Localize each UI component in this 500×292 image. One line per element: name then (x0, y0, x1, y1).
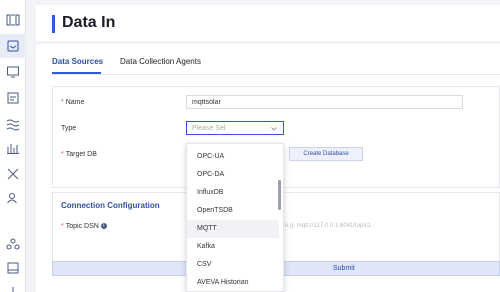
name-input[interactable]: mqttsolar (186, 95, 463, 109)
tab-data-collection-agents[interactable]: Data Collection Agents (120, 57, 201, 66)
type-label: Type (61, 125, 77, 132)
option-opc-da[interactable]: OPC-DA (187, 166, 279, 184)
topic-dsn-label: * Topic DSN i (61, 223, 107, 230)
type-select[interactable]: Please Sel (186, 121, 284, 135)
option-mqtt[interactable]: MQTT (187, 220, 279, 238)
dropdown-scrollbar[interactable] (278, 180, 281, 210)
nav-tools-icon[interactable] (0, 162, 26, 186)
name-label: * Name (61, 99, 85, 106)
nav-dashboard-icon[interactable] (0, 8, 26, 32)
page-header: Data In (36, 5, 500, 41)
dsn-placeholder: e.g. mqtt://127.0.0.1:8041/topic1 (285, 223, 372, 229)
type-dropdown-menu: OPC-UA OPC-DA InfluxDB OpenTSDB MQTT Kaf… (186, 143, 284, 292)
option-aveva-historian[interactable]: AVEVA Historian (187, 274, 279, 291)
nav-explorer-icon[interactable] (0, 86, 26, 110)
nav-chart-icon[interactable] (0, 136, 26, 160)
info-icon[interactable]: i (100, 223, 107, 230)
nav-settings-icon[interactable] (0, 276, 26, 292)
option-opc-ua[interactable]: OPC-UA (187, 148, 279, 166)
page-title: Data In (62, 14, 116, 31)
chevron-down-icon (271, 127, 277, 131)
nav-data-in-icon[interactable] (0, 34, 26, 58)
tab-divider (52, 74, 500, 75)
nav-users-icon[interactable] (0, 186, 26, 210)
option-opentsdb[interactable]: OpenTSDB (187, 202, 279, 220)
nav-stream-icon[interactable] (0, 112, 26, 136)
option-csv[interactable]: CSV (187, 256, 279, 274)
sidebar (0, 0, 26, 292)
target-db-label: * Target DB (61, 151, 97, 158)
option-influxdb[interactable]: InfluxDB (187, 184, 279, 202)
title-accent-bar (52, 15, 55, 33)
option-kafka[interactable]: Kafka (187, 238, 279, 256)
nav-cluster-icon[interactable] (0, 232, 26, 256)
tab-data-sources[interactable]: Data Sources (52, 57, 103, 66)
create-database-button[interactable]: Create Database (289, 147, 363, 161)
section-title: Connection Configuration (61, 201, 160, 210)
nav-monitor-icon[interactable] (0, 60, 26, 84)
